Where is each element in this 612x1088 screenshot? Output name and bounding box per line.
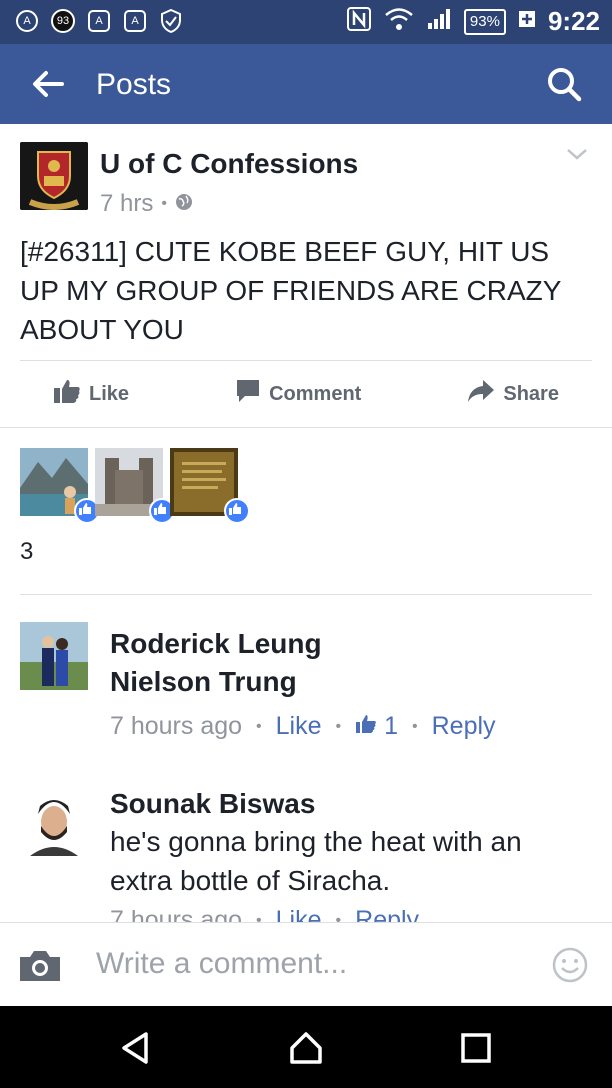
liker-avatar[interactable] (20, 448, 100, 524)
globe-icon (175, 190, 193, 218)
clock: 9:22 (547, 6, 600, 36)
post-author[interactable]: U of C Confessions (100, 148, 358, 180)
back-arrow-icon[interactable] (28, 64, 68, 104)
commenter-name[interactable]: Roderick Leung (110, 628, 322, 660)
thumbs-up-icon (356, 715, 376, 733)
system-navigation-bar (0, 1006, 612, 1088)
comment-time: 7 hours ago (110, 712, 243, 740)
like-button[interactable]: Like (53, 378, 129, 410)
comment-icon (235, 378, 261, 410)
charging-icon (518, 10, 536, 33)
nfc-icon (346, 6, 372, 37)
signal-icon (426, 7, 452, 36)
battery-indicator: 93% (463, 8, 506, 35)
comment-text: he's gonna bring the heat with an extra … (110, 826, 522, 896)
comment-reply-button[interactable]: Reply (432, 712, 496, 741)
divider (20, 594, 592, 595)
emoji-icon[interactable] (552, 947, 588, 983)
separator-dot: • (161, 195, 167, 212)
comment-composer: Write a comment... (0, 922, 612, 1007)
like-label: Like (89, 382, 130, 405)
page-title: Posts (96, 68, 172, 101)
comment-label: Comment (269, 382, 362, 405)
share-label: Share (503, 382, 559, 405)
page-avatar[interactable] (20, 142, 88, 210)
divider (0, 427, 612, 428)
comment-like-button[interactable]: Like (276, 712, 322, 741)
commenter-name[interactable]: Sounak Biswas (110, 788, 315, 820)
commenter-avatar[interactable] (20, 622, 88, 690)
app-alert-icon: A (86, 8, 112, 34)
thumbs-up-icon (53, 378, 81, 410)
comment-like-number: 1 (384, 712, 398, 740)
commenter-avatar[interactable] (20, 788, 88, 856)
like-count[interactable]: 3 (20, 538, 33, 566)
like-badge-icon (224, 498, 250, 524)
shield-check-icon (158, 8, 184, 34)
mention-tag[interactable]: Nielson Trung (110, 666, 297, 698)
likers-row[interactable] (20, 448, 250, 524)
home-icon[interactable] (288, 1030, 324, 1066)
comment-button[interactable]: Comment (235, 378, 361, 410)
camera-icon[interactable] (18, 949, 62, 983)
liker-avatar[interactable] (170, 448, 250, 524)
notification-icons: A 93 A A (14, 8, 184, 34)
notification-count-badge: 93 (50, 8, 76, 34)
chevron-down-icon[interactable] (564, 144, 590, 164)
divider (20, 360, 592, 361)
comment-input[interactable]: Write a comment... (96, 947, 347, 981)
separator-dot: • (412, 717, 418, 735)
app-notification-icon-2: A (122, 8, 148, 34)
separator-dot: • (335, 717, 342, 735)
post-actions: Like Comment Share (0, 372, 612, 416)
wifi-icon (384, 6, 414, 37)
liker-avatar[interactable] (95, 448, 175, 524)
status-bar: A 93 A A 93% 9:22 (0, 0, 612, 44)
app-notification-icon: A (14, 8, 40, 34)
search-icon[interactable] (544, 64, 584, 104)
post-text: [#26311] CUTE KOBE BEEF GUY, HIT US UP M… (20, 236, 561, 345)
recents-icon[interactable] (458, 1030, 494, 1066)
separator-dot: • (256, 717, 262, 735)
back-triangle-icon[interactable] (118, 1030, 154, 1066)
system-status: 93% 9:22 (346, 6, 600, 37)
app-bar: Posts (0, 44, 612, 124)
share-icon (467, 378, 495, 410)
share-button[interactable]: Share (467, 378, 559, 410)
post-meta: 7 hrs • (100, 190, 193, 218)
comment-like-count[interactable]: 1 (355, 712, 398, 741)
post-time: 7 hrs (100, 190, 154, 217)
comment-meta: 7 hours ago • Like • 1 • Reply (110, 712, 496, 741)
